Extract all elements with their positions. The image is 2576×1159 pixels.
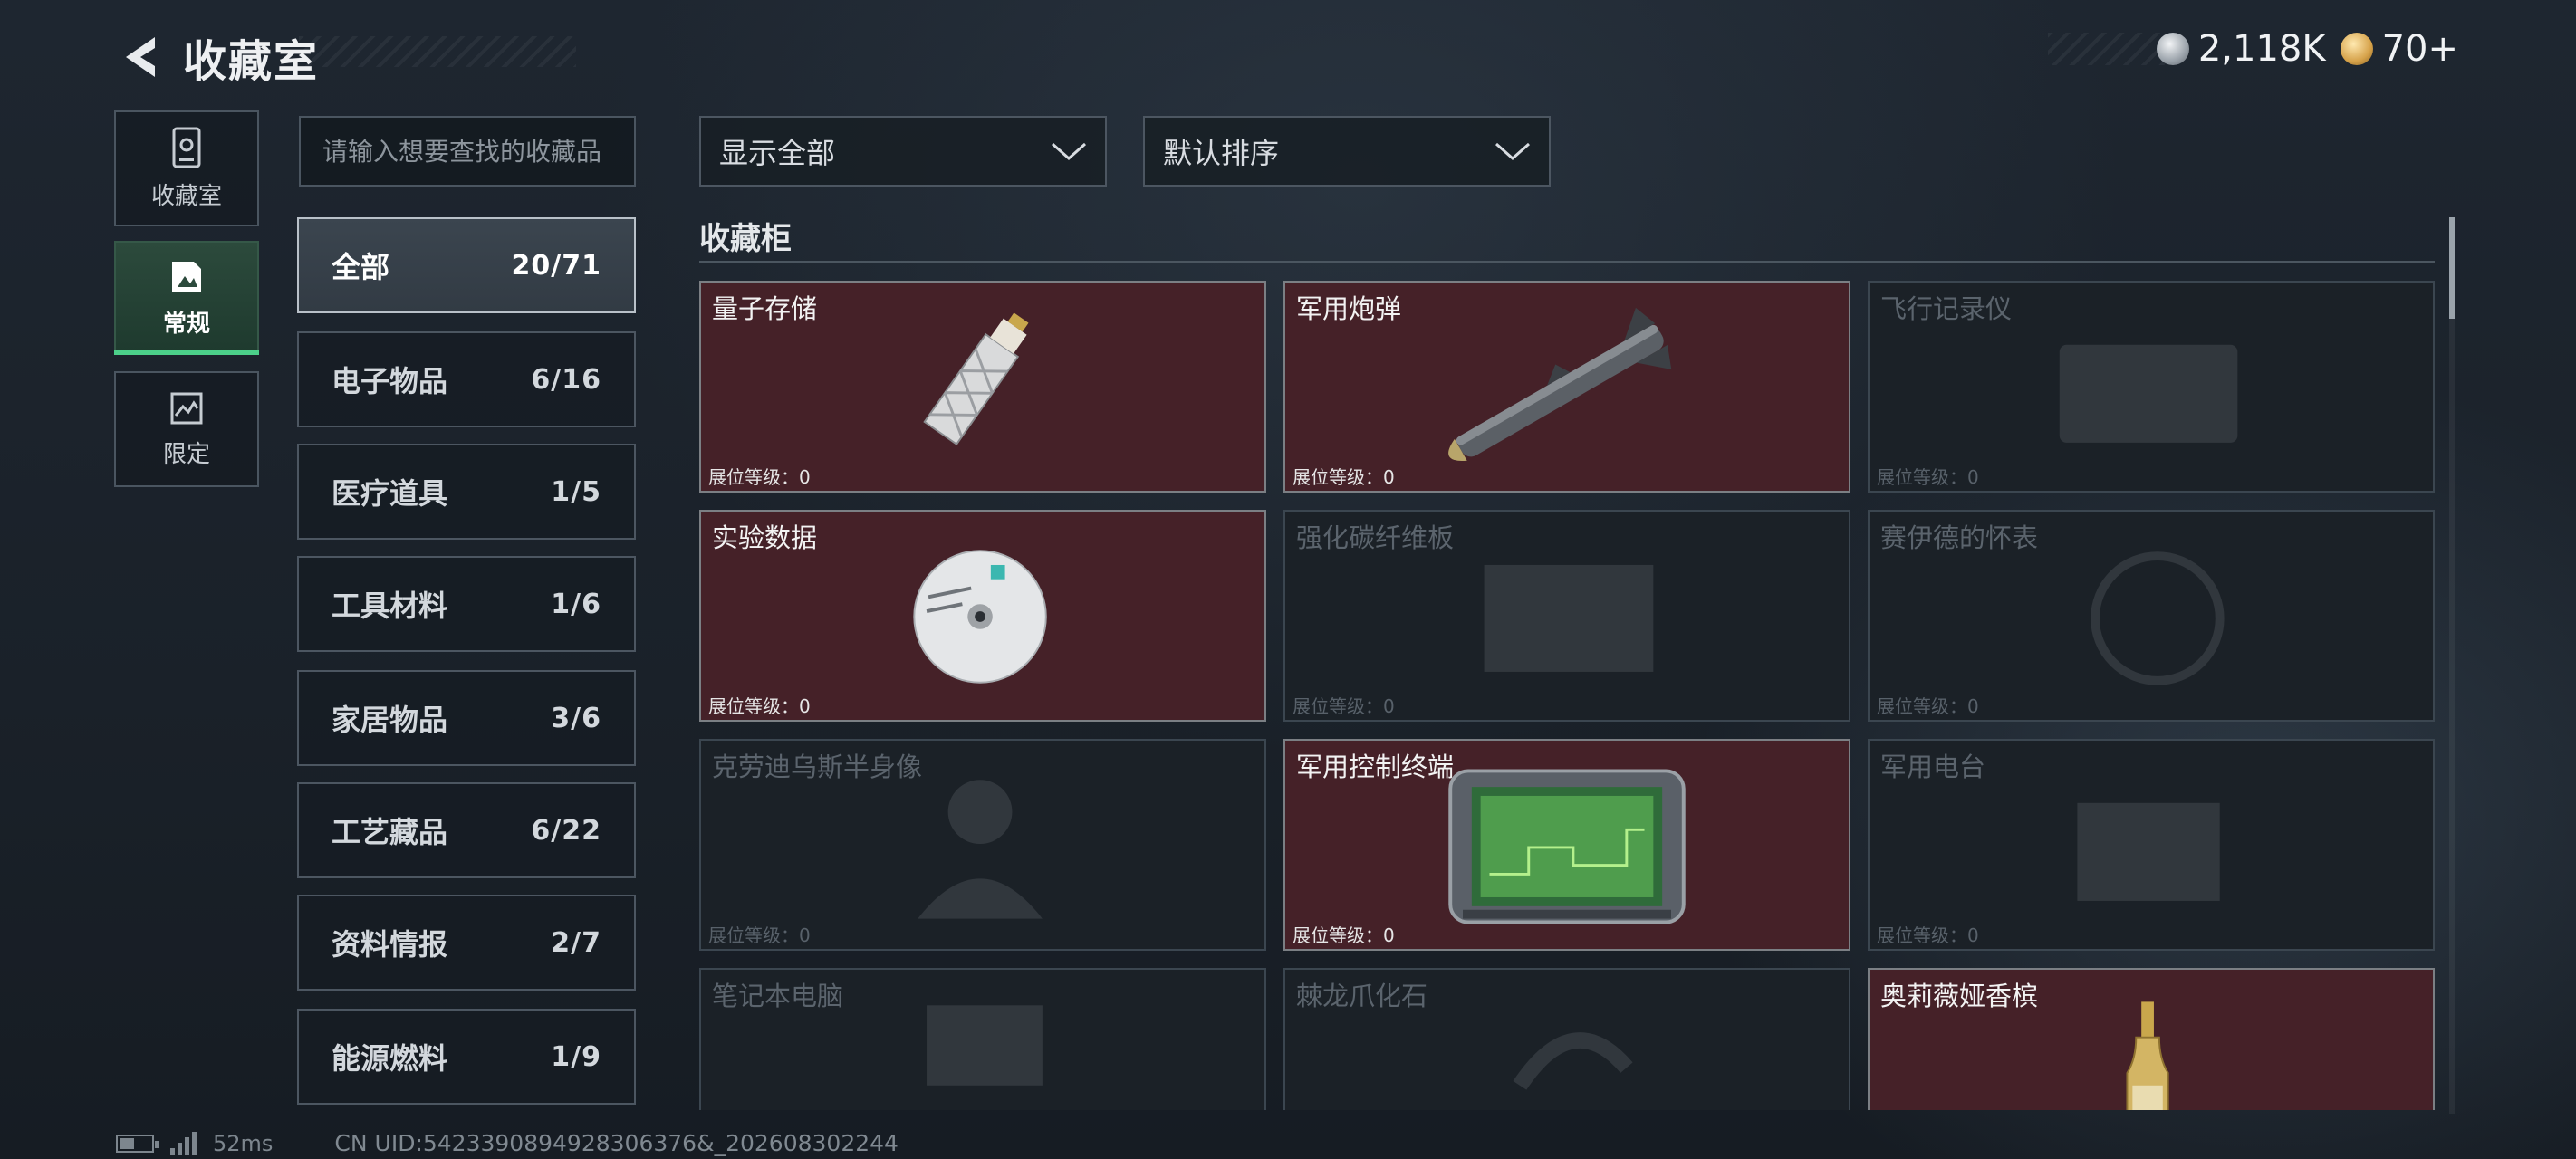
category-label: 全部 [332,250,390,284]
category-label: 工具材料 [332,589,448,623]
item-level: 展位等级：0 [708,695,811,717]
collection-card[interactable]: 奥莉薇娅香槟 [1868,968,2435,1110]
item-name: 强化碳纤维板 [1296,522,1455,553]
collection-room-icon [172,127,201,168]
category-household[interactable]: 家居物品 3/6 [297,670,636,766]
item-level: 展位等级：0 [1877,466,1979,488]
category-electronics[interactable]: 电子物品 6/16 [297,331,636,427]
category-count: 1/6 [551,588,601,620]
page-header: 收藏室 [112,25,319,89]
category-count: 3/6 [551,702,601,734]
collection-card[interactable]: 赛伊德的怀表 展位等级：0 [1868,510,2435,722]
nav-label: 收藏室 [150,182,222,210]
item-level: 展位等级：0 [1877,695,1979,717]
item-level: 展位等级：0 [708,924,811,946]
item-level: 展位等级：0 [1877,924,1979,946]
item-level: 展位等级：0 [1293,924,1395,946]
gold-coin-icon [2340,33,2373,65]
item-name: 棘龙爪化石 [1296,981,1428,1011]
back-arrow-icon [126,37,155,77]
category-tools[interactable]: 工具材料 1/6 [297,556,636,652]
category-count: 20/71 [511,249,601,282]
section-title: 收藏柜 [699,221,792,257]
title-decoration [299,36,576,67]
category-label: 医疗道具 [332,476,448,511]
item-level: 展位等级：0 [708,466,811,488]
item-name: 笔记本电脑 [712,981,844,1011]
collection-card[interactable]: 量子存储 展位等级：0 [699,281,1266,493]
chevron-down-icon [1052,142,1086,161]
silver-coin-icon [2156,33,2189,65]
category-medical[interactable]: 医疗道具 1/5 [297,444,636,540]
user-uid: CN UID:5423390894928306376&_202608302244 [334,1130,899,1156]
regular-icon [172,261,201,292]
category-energy[interactable]: 能源燃料 1/9 [297,1009,636,1105]
item-name: 奥莉薇娅香槟 [1880,981,2039,1011]
currency-gold-value: 70+ [2381,28,2458,70]
chevron-down-icon [1495,142,1530,161]
category-all[interactable]: 全部 20/71 [297,217,636,313]
currency-silver[interactable]: 2,118K [2156,28,2326,70]
search-input[interactable] [299,116,636,187]
section-divider [699,261,2435,263]
category-crafts[interactable]: 工艺藏品 6/22 [297,782,636,878]
item-name: 实验数据 [712,522,818,553]
category-intel[interactable]: 资料情报 2/7 [297,895,636,991]
currency-silver-value: 2,118K [2197,28,2326,70]
category-label: 资料情报 [332,927,448,962]
category-count: 6/22 [531,814,601,847]
nav-regular[interactable]: 常规 [114,241,259,355]
collection-card[interactable]: 军用控制终端 展位等级：0 [1283,739,1850,951]
category-count: 1/5 [551,475,601,508]
display-filter-value: 显示全部 [719,136,836,170]
collection-grid: 量子存储 展位等级：0 军用炮弹 展位等级：0 飞行记录仪 展位等级：0 实验数… [699,281,2435,1110]
item-name: 军用炮弹 [1296,293,1402,324]
battery-icon [116,1134,159,1153]
item-level: 展位等级：0 [1293,466,1395,488]
category-label: 工艺藏品 [332,815,448,849]
back-button[interactable] [112,30,167,84]
grid-scrollbar[interactable] [2449,217,2455,1114]
sort-dropdown[interactable]: 默认排序 [1143,116,1551,187]
item-name: 军用控制终端 [1296,752,1455,782]
collection-card[interactable]: 棘龙爪化石 [1283,968,1850,1110]
scroll-thumb[interactable] [2449,217,2455,319]
collection-card[interactable]: 笔记本电脑 [699,968,1266,1110]
nav-collection-room[interactable]: 收藏室 [114,110,259,226]
item-name: 军用电台 [1880,752,1986,782]
item-name: 克劳迪乌斯半身像 [712,752,923,782]
collection-card[interactable]: 军用电台 展位等级：0 [1868,739,2435,951]
category-count: 6/16 [531,363,601,396]
sort-value: 默认排序 [1163,136,1280,170]
category-label: 电子物品 [332,364,448,398]
collection-card[interactable]: 实验数据 展位等级：0 [699,510,1266,722]
item-level: 展位等级：0 [1293,695,1395,717]
category-label: 家居物品 [332,703,448,737]
display-filter-dropdown[interactable]: 显示全部 [699,116,1107,187]
nav-limited[interactable]: 限定 [114,371,259,487]
currency-bar: 2,118K 70+ [2047,27,2476,71]
category-count: 2/7 [551,926,601,959]
currency-gold[interactable]: 70+ [2340,28,2458,70]
signal-icon [170,1131,197,1155]
nav-label: 常规 [162,310,210,338]
item-name: 飞行记录仪 [1880,293,2013,324]
ping-value: 52ms [213,1130,274,1156]
collection-card[interactable]: 强化碳纤维板 展位等级：0 [1283,510,1850,722]
collection-card[interactable]: 飞行记录仪 展位等级：0 [1868,281,2435,493]
category-label: 能源燃料 [332,1041,448,1076]
nav-label: 限定 [162,440,210,468]
category-count: 1/9 [551,1040,601,1073]
status-bar: 52ms CN UID:5423390894928306376&_2026083… [116,1130,899,1156]
limited-icon [170,392,203,424]
collection-card[interactable]: 克劳迪乌斯半身像 展位等级：0 [699,739,1266,951]
item-name: 量子存储 [712,293,818,324]
collection-card[interactable]: 军用炮弹 展位等级：0 [1283,281,1850,493]
item-name: 赛伊德的怀表 [1880,522,2039,553]
